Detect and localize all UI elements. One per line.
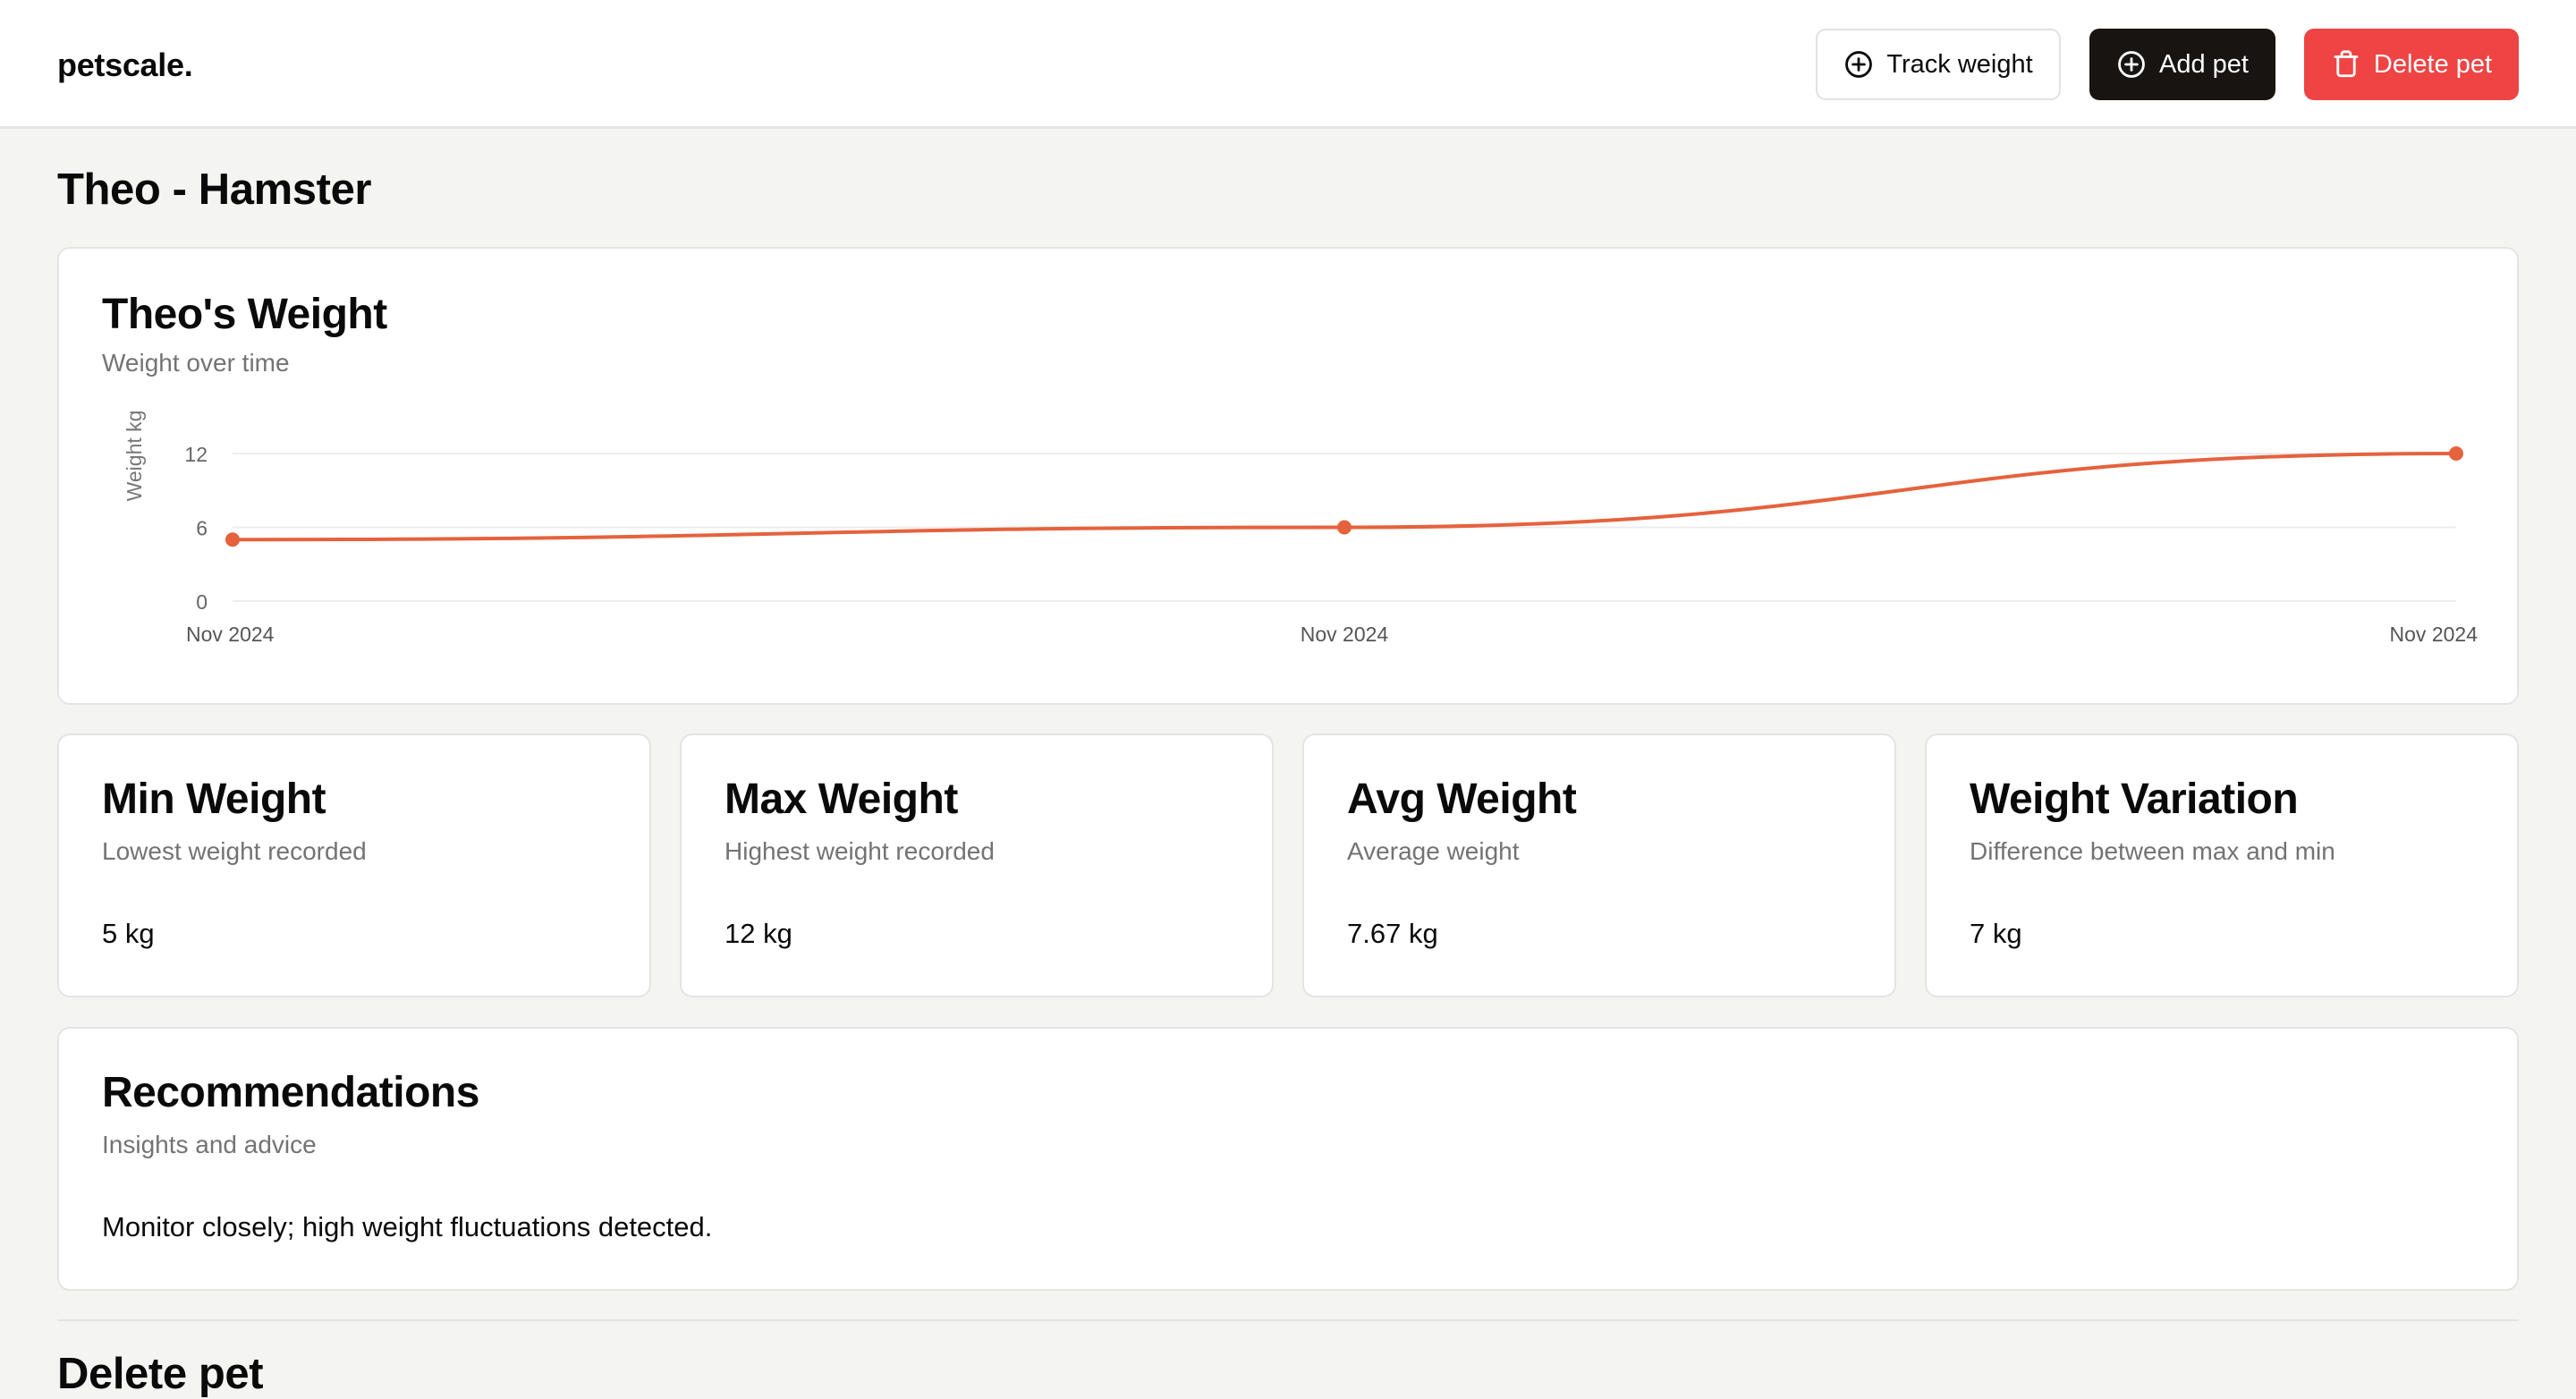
stat-title: Weight Variation <box>1970 776 2299 823</box>
track-weight-label: Track weight <box>1886 49 2033 79</box>
delete-pet-label: Delete pet <box>2373 49 2493 79</box>
weight-chart-card: Theo's Weight Weight over time 0 6 12 Weigh… <box>57 247 2519 705</box>
recommendations-subtitle: Insights and advice <box>102 1131 317 1158</box>
stat-title: Avg Weight <box>1347 776 1577 823</box>
trash-icon <box>2334 50 2359 78</box>
stat-title: Min Weight <box>102 776 326 823</box>
track-weight-button[interactable]: Track weight <box>1816 29 2061 100</box>
y-tick-label: 6 <box>196 517 208 540</box>
y-axis-label: Weight kg <box>123 411 146 502</box>
page-title: Theo - Hamster <box>57 165 372 214</box>
y-tick-label: 0 <box>196 590 208 614</box>
plus-circle-icon <box>2118 51 2145 78</box>
data-point <box>2449 446 2463 461</box>
stat-value: 7.67 kg <box>1347 918 1438 949</box>
stat-title: Max Weight <box>724 776 958 823</box>
stat-value: 5 kg <box>102 918 155 949</box>
stat-value: 7 kg <box>1970 918 2022 949</box>
delete-pet-button[interactable]: Delete pet <box>2304 29 2519 100</box>
top-nav-bar: petscale. Track weight Add pet Delete pe… <box>0 0 2576 129</box>
data-point <box>1337 520 1352 535</box>
weight-variation-card: Weight Variation Difference between max … <box>1925 733 2519 997</box>
stat-subtitle: Difference between max and min <box>1970 837 2335 865</box>
y-tick-label: 12 <box>184 443 208 466</box>
plus-circle-icon <box>1845 51 1873 78</box>
x-tick-label: Nov 2024 <box>2390 623 2479 646</box>
stat-subtitle: Highest weight recorded <box>724 837 995 865</box>
weight-line-chart: 0 6 12 Weight kg Nov 2024 Nov 2024 Nov 2024 <box>123 411 2479 646</box>
recommendations-title: Recommendations <box>102 1069 479 1116</box>
add-pet-button[interactable]: Add pet <box>2089 29 2275 100</box>
delete-pet-section-heading: Delete pet <box>57 1350 264 1398</box>
recommendations-card: Recommendations Insights and advice Moni… <box>57 1027 2519 1291</box>
stat-subtitle: Average weight <box>1347 837 1520 865</box>
data-point <box>225 532 240 547</box>
max-weight-card: Max Weight Highest weight recorded 12 kg <box>680 733 1274 997</box>
x-tick-label: Nov 2024 <box>186 623 275 646</box>
section-divider <box>57 1319 2519 1321</box>
add-pet-label: Add pet <box>2159 49 2249 79</box>
recommendation-text: Monitor closely; high weight fluctuation… <box>102 1211 713 1242</box>
stat-subtitle: Lowest weight recorded <box>102 837 367 865</box>
x-tick-label: Nov 2024 <box>1301 623 1389 646</box>
stat-value: 12 kg <box>724 918 792 949</box>
min-weight-card: Min Weight Lowest weight recorded 5 kg <box>57 733 651 997</box>
avg-weight-card: Avg Weight Average weight 7.67 kg <box>1302 733 1896 997</box>
brand-logo[interactable]: petscale. <box>57 47 193 84</box>
